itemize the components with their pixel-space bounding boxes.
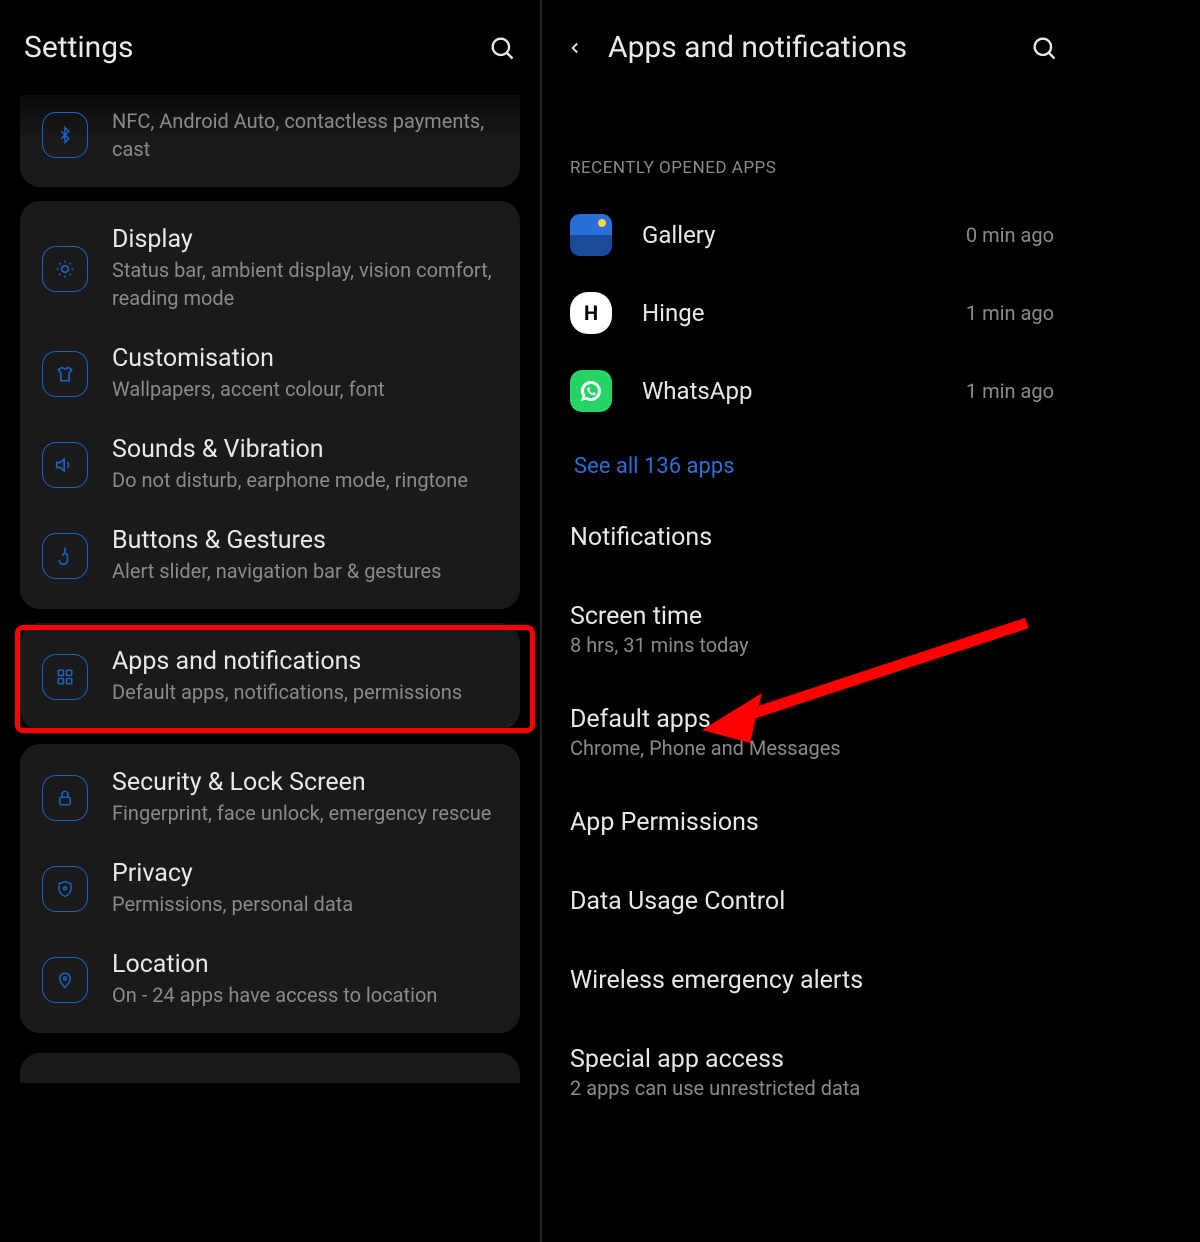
settings-group-display: Display Status bar, ambient display, vis… bbox=[20, 201, 520, 609]
row-sub: 8 hrs, 31 mins today bbox=[570, 633, 1054, 657]
settings-row-title: Buttons & Gestures bbox=[112, 526, 498, 555]
search-icon[interactable] bbox=[1030, 34, 1058, 62]
location-pin-icon bbox=[42, 957, 88, 1003]
back-icon[interactable] bbox=[566, 33, 584, 63]
recent-app-time: 0 min ago bbox=[966, 223, 1054, 247]
recent-app-name: Gallery bbox=[642, 221, 936, 249]
settings-row-sub: Default apps, notifications, permissions bbox=[112, 678, 498, 706]
row-data-usage[interactable]: Data Usage Control bbox=[542, 863, 1082, 942]
row-screen-time[interactable]: Screen time 8 hrs, 31 mins today bbox=[542, 578, 1082, 681]
recent-app-name: WhatsApp bbox=[642, 377, 936, 405]
settings-group-security: Security & Lock Screen Fingerprint, face… bbox=[20, 744, 520, 1033]
settings-row-sub: Fingerprint, face unlock, emergency resc… bbox=[112, 799, 498, 827]
settings-row-sounds[interactable]: Sounds & Vibration Do not disturb, earph… bbox=[20, 419, 520, 510]
settings-row-display[interactable]: Display Status bar, ambient display, vis… bbox=[20, 209, 520, 328]
settings-group-apps: Apps and notifications Default apps, not… bbox=[20, 623, 520, 730]
right-pane: Apps and notifications RECENTLY OPENED A… bbox=[540, 0, 1082, 1242]
row-title: Special app access bbox=[570, 1045, 1054, 1074]
apps-body[interactable]: RECENTLY OPENED APPS Gallery 0 min ago H… bbox=[542, 95, 1082, 1132]
row-title: Default apps bbox=[570, 705, 1054, 734]
row-title: Wireless emergency alerts bbox=[570, 966, 1054, 995]
hinge-app-icon: H bbox=[570, 292, 612, 334]
row-title: Screen time bbox=[570, 602, 1054, 631]
settings-row-customisation[interactable]: Customisation Wallpapers, accent colour,… bbox=[20, 328, 520, 419]
settings-row-title: Sounds & Vibration bbox=[112, 435, 498, 464]
gallery-app-icon bbox=[570, 214, 612, 256]
row-sub: 2 apps can use unrestricted data bbox=[570, 1076, 1054, 1100]
settings-row-title: Privacy bbox=[112, 859, 498, 888]
settings-row-security[interactable]: Security & Lock Screen Fingerprint, face… bbox=[20, 752, 520, 843]
settings-row-title: Security & Lock Screen bbox=[112, 768, 498, 797]
row-title: Data Usage Control bbox=[570, 887, 1054, 916]
speaker-icon bbox=[42, 442, 88, 488]
settings-row-title: Apps and notifications bbox=[112, 647, 498, 676]
page-title: Settings bbox=[24, 30, 134, 65]
row-title: App Permissions bbox=[570, 808, 1054, 837]
gesture-icon bbox=[42, 533, 88, 579]
settings-row-buttons[interactable]: Buttons & Gestures Alert slider, navigat… bbox=[20, 510, 520, 601]
settings-row-sub: On - 24 apps have access to location bbox=[112, 981, 498, 1009]
bluetooth-icon bbox=[42, 112, 88, 158]
settings-row-connected-devices[interactable]: NFC, Android Auto, contactless payments,… bbox=[20, 95, 520, 179]
row-title: Notifications bbox=[570, 523, 1054, 552]
settings-row-sub: Alert slider, navigation bar & gestures bbox=[112, 557, 498, 585]
shirt-icon bbox=[42, 351, 88, 397]
left-pane: Settings NFC, Android Auto, contactless … bbox=[0, 0, 540, 1242]
recent-app-hinge[interactable]: H Hinge 1 min ago bbox=[542, 274, 1082, 352]
apps-grid-icon bbox=[42, 654, 88, 700]
shield-icon bbox=[42, 866, 88, 912]
settings-row-sub: NFC, Android Auto, contactless payments,… bbox=[112, 107, 498, 163]
settings-list[interactable]: NFC, Android Auto, contactless payments,… bbox=[0, 95, 540, 1242]
page-title: Apps and notifications bbox=[608, 30, 907, 65]
settings-group-next-peek bbox=[20, 1053, 520, 1083]
settings-row-sub: Do not disturb, earphone mode, ringtone bbox=[112, 466, 498, 494]
row-sub: Chrome, Phone and Messages bbox=[570, 736, 1054, 760]
settings-row-sub: Permissions, personal data bbox=[112, 890, 498, 918]
settings-row-sub: Wallpapers, accent colour, font bbox=[112, 375, 498, 403]
settings-group-partial: NFC, Android Auto, contactless payments,… bbox=[20, 95, 520, 187]
settings-header: Settings bbox=[0, 0, 540, 95]
settings-row-privacy[interactable]: Privacy Permissions, personal data bbox=[20, 843, 520, 934]
settings-row-location[interactable]: Location On - 24 apps have access to loc… bbox=[20, 934, 520, 1025]
settings-row-title: Customisation bbox=[112, 344, 498, 373]
lock-icon bbox=[42, 775, 88, 821]
recent-app-gallery[interactable]: Gallery 0 min ago bbox=[542, 196, 1082, 274]
settings-row-title: Display bbox=[112, 225, 498, 254]
apps-header: Apps and notifications bbox=[542, 0, 1082, 95]
row-wireless-alerts[interactable]: Wireless emergency alerts bbox=[542, 942, 1082, 1021]
settings-row-apps-notifications[interactable]: Apps and notifications Default apps, not… bbox=[20, 631, 520, 722]
brightness-icon bbox=[42, 246, 88, 292]
recently-opened-label: RECENTLY OPENED APPS bbox=[542, 103, 1082, 196]
row-special-access[interactable]: Special app access 2 apps can use unrest… bbox=[542, 1021, 1082, 1124]
recent-app-whatsapp[interactable]: WhatsApp 1 min ago bbox=[542, 352, 1082, 430]
row-notifications[interactable]: Notifications bbox=[542, 499, 1082, 578]
whatsapp-app-icon bbox=[570, 370, 612, 412]
row-default-apps[interactable]: Default apps Chrome, Phone and Messages bbox=[542, 681, 1082, 784]
recent-app-time: 1 min ago bbox=[966, 301, 1054, 325]
row-app-permissions[interactable]: App Permissions bbox=[542, 784, 1082, 863]
recent-app-time: 1 min ago bbox=[966, 379, 1054, 403]
see-all-apps-link[interactable]: See all 136 apps bbox=[542, 430, 1082, 499]
search-icon[interactable] bbox=[488, 34, 516, 62]
recent-app-name: Hinge bbox=[642, 299, 936, 327]
settings-row-title: Location bbox=[112, 950, 498, 979]
settings-row-sub: Status bar, ambient display, vision comf… bbox=[112, 256, 498, 312]
